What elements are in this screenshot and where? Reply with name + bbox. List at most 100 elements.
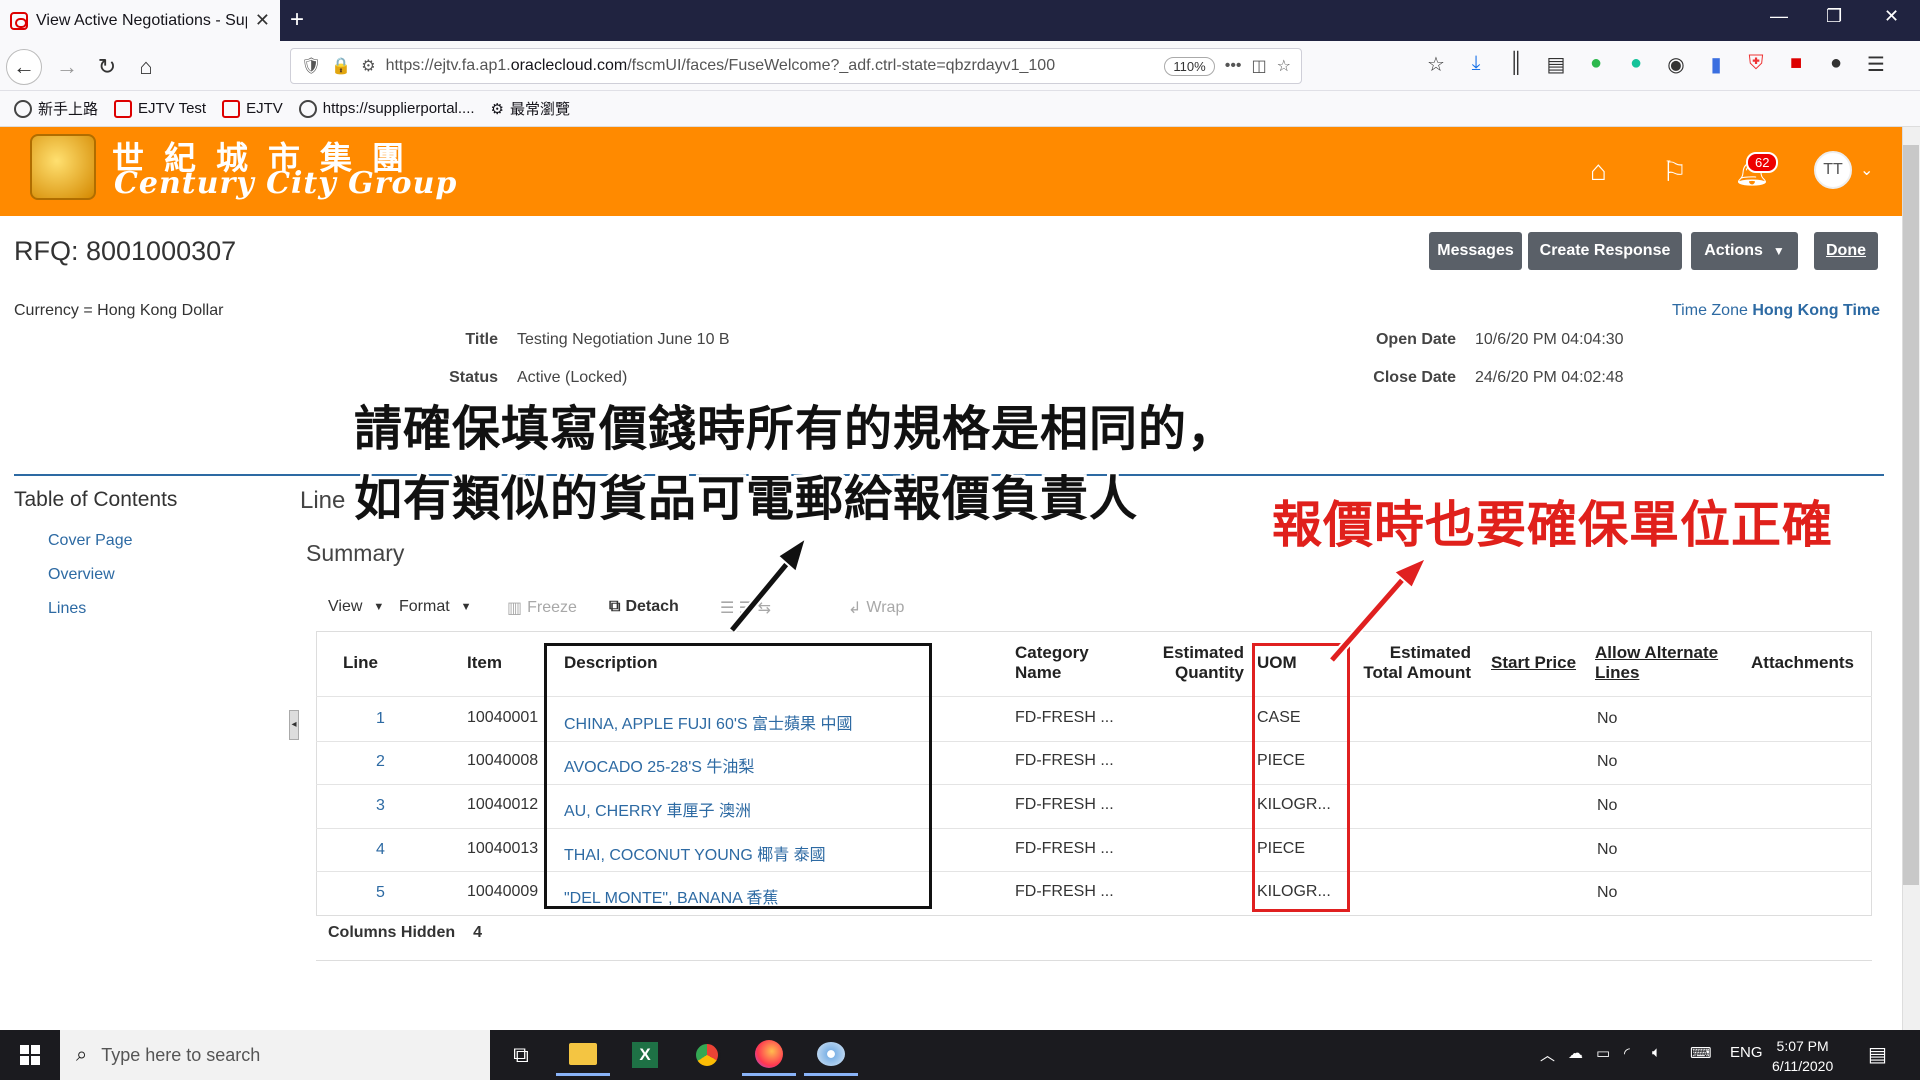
column-header-estimated-total-amount[interactable]: Estimated Total Amount [1355,643,1471,683]
column-header-allow-alternate-lines[interactable]: Allow Alternate Lines [1595,643,1718,683]
close-window-icon[interactable]: ✕ [1884,6,1899,27]
start-button[interactable] [0,1030,60,1080]
language-indicator[interactable]: ENG [1730,1044,1763,1061]
detach-button[interactable]: ⧉ Detach [609,598,679,616]
extension-pdf-icon[interactable]: ■ [1785,52,1807,77]
scrollbar-thumb[interactable] [1903,145,1919,885]
chevron-up-icon[interactable]: ︿ [1540,1044,1555,1065]
favorites-flag-icon[interactable]: ⚐ [1662,155,1687,188]
restore-icon[interactable]: ❐ [1826,6,1842,27]
extension-shield-icon[interactable]: ⛨ [1745,52,1767,77]
actions-menu-button[interactable]: Actions ▼ [1691,232,1798,270]
library-icon[interactable]: ║ [1505,52,1527,77]
freeze-button[interactable]: ▥ Freeze [507,598,577,618]
chevron-down-icon[interactable]: ⌄ [1860,160,1873,180]
oracle-favicon-icon [10,11,28,30]
column-header-estimated-quantity[interactable]: Estimated Quantity [1148,643,1244,683]
paint-icon[interactable] [804,1034,858,1076]
permissions-icon[interactable]: ⚙ [361,56,375,76]
zoom-level[interactable]: 110% [1164,56,1215,76]
allow-alternate-value: No [1597,841,1618,858]
line-number-link[interactable]: 5 [376,884,385,902]
taskbar-clock[interactable]: 5:07 PM 6/11/2020 [1772,1036,1833,1076]
annotation-red-note: 報價時也要確保單位正確 [1272,497,1833,553]
onedrive-icon[interactable]: ☁ [1568,1044,1583,1062]
extension-misc-icon[interactable]: ● [1825,52,1847,77]
home-icon[interactable]: ⌂ [1590,155,1607,187]
done-button[interactable]: Done [1814,232,1878,270]
close-date-label: Close Date [1373,369,1456,386]
category-name: FD-FRESH ... [1015,709,1114,726]
windows-logo-icon [20,1045,40,1065]
open-date-label: Open Date [1375,331,1456,348]
keyboard-icon[interactable]: ⌨ [1690,1044,1712,1062]
new-tab-icon[interactable]: + [290,6,304,34]
search-icon: ⌕ [76,1043,88,1066]
timezone-text: Time Zone Hong Kong Time [1672,302,1881,319]
wrap-button[interactable]: ↲ Wrap [848,598,904,618]
browser-tab-active[interactable]: View Active Negotiations - Sup ✕ [0,0,280,41]
sidebar-icon[interactable]: ▤ [1545,52,1567,77]
menu-icon[interactable]: ☰ [1865,52,1887,77]
toc-link-lines[interactable]: Lines [48,600,86,618]
firefox-icon[interactable] [742,1034,796,1076]
wifi-icon[interactable]: ◜ [1624,1044,1630,1062]
chrome-icon[interactable] [680,1034,734,1076]
minimize-icon[interactable]: — [1770,6,1788,27]
line-number-link[interactable]: 3 [376,797,385,815]
shield-icon: 🛡 [301,58,322,75]
bookmark-item[interactable]: 新手上路 [14,98,98,119]
move-columns-icon[interactable]: ☰ ☰ ⇆ [720,598,771,618]
volume-icon[interactable]: 🔈︎ [1652,1044,1661,1061]
excel-icon[interactable]: X [618,1034,672,1076]
item-number: 10040008 [467,752,539,769]
category-name: FD-FRESH ... [1015,840,1114,857]
bookmark-item[interactable]: EJTV [222,99,283,118]
messages-button[interactable]: Messages [1429,232,1522,270]
bookmark-item[interactable]: EJTV Test [114,99,206,118]
extension-check-icon[interactable]: ● [1585,52,1607,77]
column-header-attachments[interactable]: Attachments [1751,653,1854,673]
bookmark-item[interactable]: ⚙ 最常瀏覽 [491,98,570,119]
extension-bookmark-icon[interactable]: ▮ [1705,52,1727,77]
bookmark-item[interactable]: https://supplierportal.... [298,99,475,118]
globe-icon [298,99,317,118]
line-number-link[interactable]: 2 [376,753,385,771]
bookmark-star-icon[interactable]: ☆ [1277,56,1291,76]
column-header-category-name[interactable]: Category Name [1015,643,1089,683]
title-value: Testing Negotiation June 10 B [517,331,730,348]
column-header-start-price[interactable]: Start Price [1491,653,1576,673]
task-view-icon[interactable]: ⧉ [494,1034,548,1076]
toc-link-overview[interactable]: Overview [48,566,115,584]
download-icon[interactable]: ⤓ [1465,52,1487,77]
taskbar-search-box[interactable]: ⌕ Type here to search [60,1030,490,1080]
toc-heading: Table of Contents [14,488,178,511]
forward-icon[interactable]: → [52,52,82,82]
home-icon[interactable]: ⌂ [131,52,161,82]
file-explorer-icon[interactable] [556,1034,610,1076]
account-icon[interactable]: ◉ [1665,52,1687,77]
toc-link-cover-page[interactable]: Cover Page [48,532,133,550]
more-actions-icon[interactable]: ••• [1225,57,1242,75]
line-number-link[interactable]: 4 [376,841,385,859]
search-placeholder: Type here to search [101,1044,261,1065]
column-header-line[interactable]: Line [343,653,378,673]
battery-icon[interactable]: ▭ [1596,1044,1610,1062]
allow-alternate-value: No [1597,753,1618,770]
back-icon[interactable]: ← [6,49,42,85]
format-menu[interactable]: Format ▼ [399,598,472,616]
column-header-item[interactable]: Item [467,653,502,673]
user-avatar[interactable]: TT [1814,151,1852,189]
create-response-button[interactable]: Create Response [1528,232,1682,270]
line-number-link[interactable]: 1 [376,710,385,728]
view-menu[interactable]: View ▼ [328,598,384,616]
collapse-panel-icon[interactable]: ◂ [289,710,299,740]
extension-grammarly-icon[interactable]: ● [1625,52,1647,77]
reading-list-icon[interactable]: ☆ [1425,52,1447,77]
url-bar[interactable]: 🛡 🔒 ⚙ https://ejtv.fa.ap1.oraclecloud.co… [290,48,1302,84]
allow-alternate-value: No [1597,797,1618,814]
pocket-icon[interactable]: ◫ [1252,56,1267,76]
close-tab-icon[interactable]: ✕ [255,10,270,31]
action-center-icon[interactable]: ▤ [1868,1042,1887,1067]
reload-icon[interactable]: ↻ [92,52,122,82]
